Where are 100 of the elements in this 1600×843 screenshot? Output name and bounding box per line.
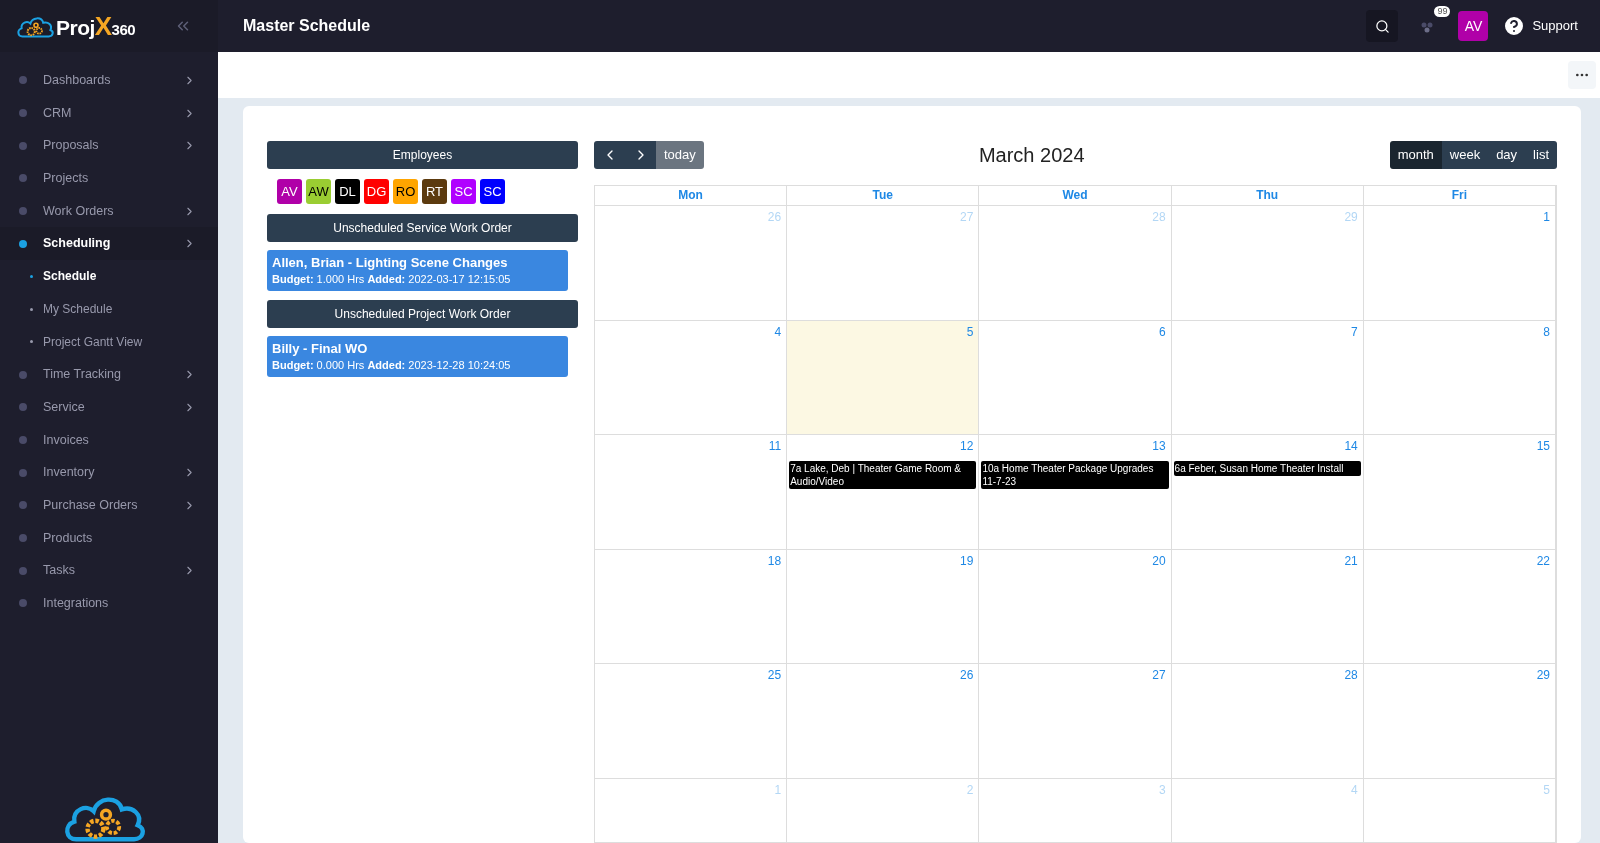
day-cell[interactable]: 6 (979, 320, 1172, 435)
day-cell[interactable]: 26 (787, 664, 980, 779)
bullet-icon (19, 599, 27, 608)
sidebar-item[interactable]: Inventory (0, 456, 218, 489)
sidebar-item[interactable]: Tasks (0, 554, 218, 587)
bullet-icon (19, 468, 27, 477)
previous-button[interactable] (594, 141, 625, 169)
day-cell[interactable]: 1 (1363, 206, 1556, 321)
employee-badge[interactable]: RT (422, 179, 447, 204)
bullet-icon (19, 109, 27, 118)
day-cell[interactable]: 27 (979, 664, 1172, 779)
day-number: 4 (1351, 781, 1359, 799)
sidebar-item[interactable]: Invoices (0, 423, 218, 457)
day-cell[interactable]: 21 (1171, 549, 1364, 664)
employee-badge[interactable]: DL (335, 179, 360, 204)
employee-badge[interactable]: DG (364, 179, 389, 204)
avatar[interactable]: AV (1458, 11, 1489, 41)
weekday-header: Wed (979, 186, 1172, 206)
bullet-icon (19, 141, 27, 150)
day-number: 18 (767, 552, 783, 570)
day-number: 6 (1158, 323, 1167, 341)
day-cell[interactable]: 18 (595, 549, 788, 664)
sidebar-item[interactable]: Products (0, 521, 218, 555)
day-number: 28 (1152, 209, 1167, 226)
day-number: 1 (1543, 209, 1551, 226)
sidebar-item[interactable]: Dashboards (0, 64, 218, 97)
bullet-icon (19, 239, 27, 248)
employee-badge[interactable]: SC (451, 179, 476, 204)
next-button[interactable] (625, 141, 656, 169)
day-cell[interactable]: 13 10a Home Theater Package Upgrades 11-7-23 (979, 435, 1172, 550)
day-cell[interactable]: 22 (1363, 549, 1556, 664)
sidebar-item[interactable]: Time Tracking (0, 358, 218, 391)
calendar-event[interactable]: 7a Lake, Deb | Theater Game Room & Audio/Video (789, 461, 977, 489)
day-number: 25 (767, 667, 783, 684)
day-cell[interactable]: 7 (1171, 320, 1364, 435)
day-cell[interactable]: 11 (595, 435, 788, 550)
day-number: 26 (960, 667, 975, 684)
view-tab[interactable]: month (1389, 141, 1442, 169)
day-number: 27 (1152, 667, 1167, 684)
day-number: 2 (966, 781, 975, 799)
today-button[interactable]: today (656, 141, 704, 169)
submenu-item[interactable]: My Schedule (0, 292, 218, 326)
day-cell[interactable]: 8 (1363, 320, 1556, 435)
submenu-item[interactable]: Project Gantt View (0, 325, 218, 359)
day-cell[interactable]: 15 (1363, 435, 1556, 550)
day-cell[interactable]: 29 (1363, 664, 1556, 779)
employee-badge[interactable]: SC (480, 179, 505, 204)
view-tab[interactable]: week (1441, 141, 1489, 169)
work-order-card[interactable]: Allen, Brian - Lighting Scene Changes Budget: 1.000 Hrs Added: 2022-03-17 12:15:05 (267, 250, 568, 291)
day-number: 11 (768, 438, 783, 455)
day-number: 1 (774, 781, 783, 799)
day-number: 19 (960, 552, 975, 570)
day-cell[interactable]: 25 (595, 664, 788, 779)
search-button[interactable] (1366, 10, 1399, 42)
day-number: 7 (1351, 323, 1359, 341)
sidebar-item[interactable]: Scheduling (0, 227, 218, 261)
work-order-card[interactable]: Billy - Final WO Budget: 0.000 Hrs Added: 2023-12-28 10:24:05 (267, 336, 568, 377)
sidebar-item[interactable]: CRM (0, 96, 218, 130)
sidebar-item[interactable]: Proposals (0, 129, 218, 163)
bullet-icon (19, 533, 27, 542)
day-number: 3 (1158, 781, 1167, 799)
day-number: 22 (1536, 552, 1551, 570)
sidebar-item[interactable]: Purchase Orders (0, 488, 218, 522)
day-cell[interactable]: 19 (787, 549, 980, 664)
calendar-event[interactable]: 10a Home Theater Package Upgrades 11-7-23 (981, 461, 1169, 489)
panel-header: Unscheduled Service Work Order (267, 214, 578, 242)
day-cell[interactable]: 5 (787, 320, 980, 435)
bullet-icon (19, 566, 27, 575)
bullet-icon (19, 403, 27, 412)
bullet-icon (30, 274, 33, 278)
work-order-details: Budget: 1.000 Hrs Added: 2022-03-17 12:15:05 (272, 272, 512, 287)
bullet-icon (19, 501, 27, 510)
logo-text: ProjX360 (56, 9, 136, 43)
bullet-icon (19, 435, 27, 444)
calendar-title: March 2024 (977, 143, 1086, 168)
day-number: 21 (1344, 552, 1359, 570)
submenu-item[interactable]: Schedule (0, 260, 218, 293)
day-number: 13 (1152, 438, 1167, 455)
day-cell[interactable]: 12 7a Lake, Deb | Theater Game Room & Audio/Video (787, 435, 980, 550)
view-tab[interactable]: day (1488, 141, 1526, 169)
weekday-header: Thu (1171, 186, 1364, 206)
sidebar-item[interactable]: Service (0, 390, 218, 424)
day-number: 20 (1152, 552, 1167, 570)
support-button[interactable]: Support (1502, 14, 1578, 38)
day-cell[interactable]: 20 (979, 549, 1172, 664)
sidebar-item[interactable]: Integrations (0, 587, 218, 620)
employee-badge[interactable]: AV (277, 179, 302, 204)
bullet-icon (19, 174, 27, 183)
day-cell[interactable]: 14 6a Feber, Susan Home Theater Install (1171, 435, 1364, 550)
calendar-event[interactable]: 6a Feber, Susan Home Theater Install (1173, 461, 1361, 476)
sidebar-item[interactable]: Work Orders (0, 194, 218, 228)
notification-badge: 99 (1434, 6, 1451, 17)
sidebar-item[interactable]: Projects (0, 162, 218, 195)
work-order-title: Billy - Final WO (272, 340, 369, 357)
view-tab[interactable]: list (1525, 141, 1557, 169)
employee-badge[interactable]: RO (393, 179, 418, 204)
work-order-details: Budget: 0.000 Hrs Added: 2023-12-28 10:24:05 (272, 358, 512, 373)
bullet-icon (19, 76, 27, 85)
day-cell[interactable]: 28 (1171, 664, 1364, 779)
employee-badge[interactable]: AW (306, 179, 331, 204)
